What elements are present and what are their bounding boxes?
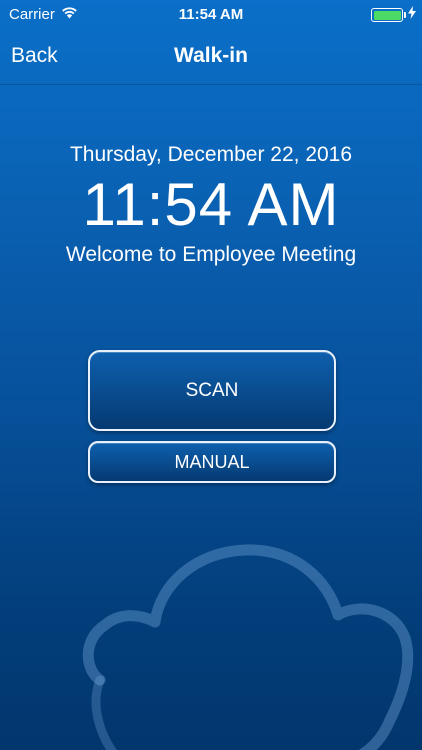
date-label: Thursday, December 22, 2016	[69, 143, 353, 166]
battery-fill	[373, 10, 401, 20]
clock-label: 11:54 AM	[82, 171, 340, 238]
scan-button-label: SCAN	[185, 379, 239, 401]
battery-icon	[371, 8, 406, 22]
manual-button[interactable]: MANUAL	[88, 441, 336, 483]
status-time: 11:54 AM	[178, 6, 244, 23]
page-title: Walk-in	[174, 44, 248, 67]
status-bar: Carrier 11:54 AM	[0, 0, 422, 30]
charging-bolt-icon	[408, 6, 416, 22]
cloud-logo-icon	[82, 544, 414, 750]
navigation-bar: Back Walk-in	[0, 30, 422, 85]
welcome-message: Welcome to Employee Meeting	[65, 243, 357, 266]
manual-button-label: MANUAL	[174, 451, 250, 472]
scan-button[interactable]: SCAN	[88, 350, 336, 431]
